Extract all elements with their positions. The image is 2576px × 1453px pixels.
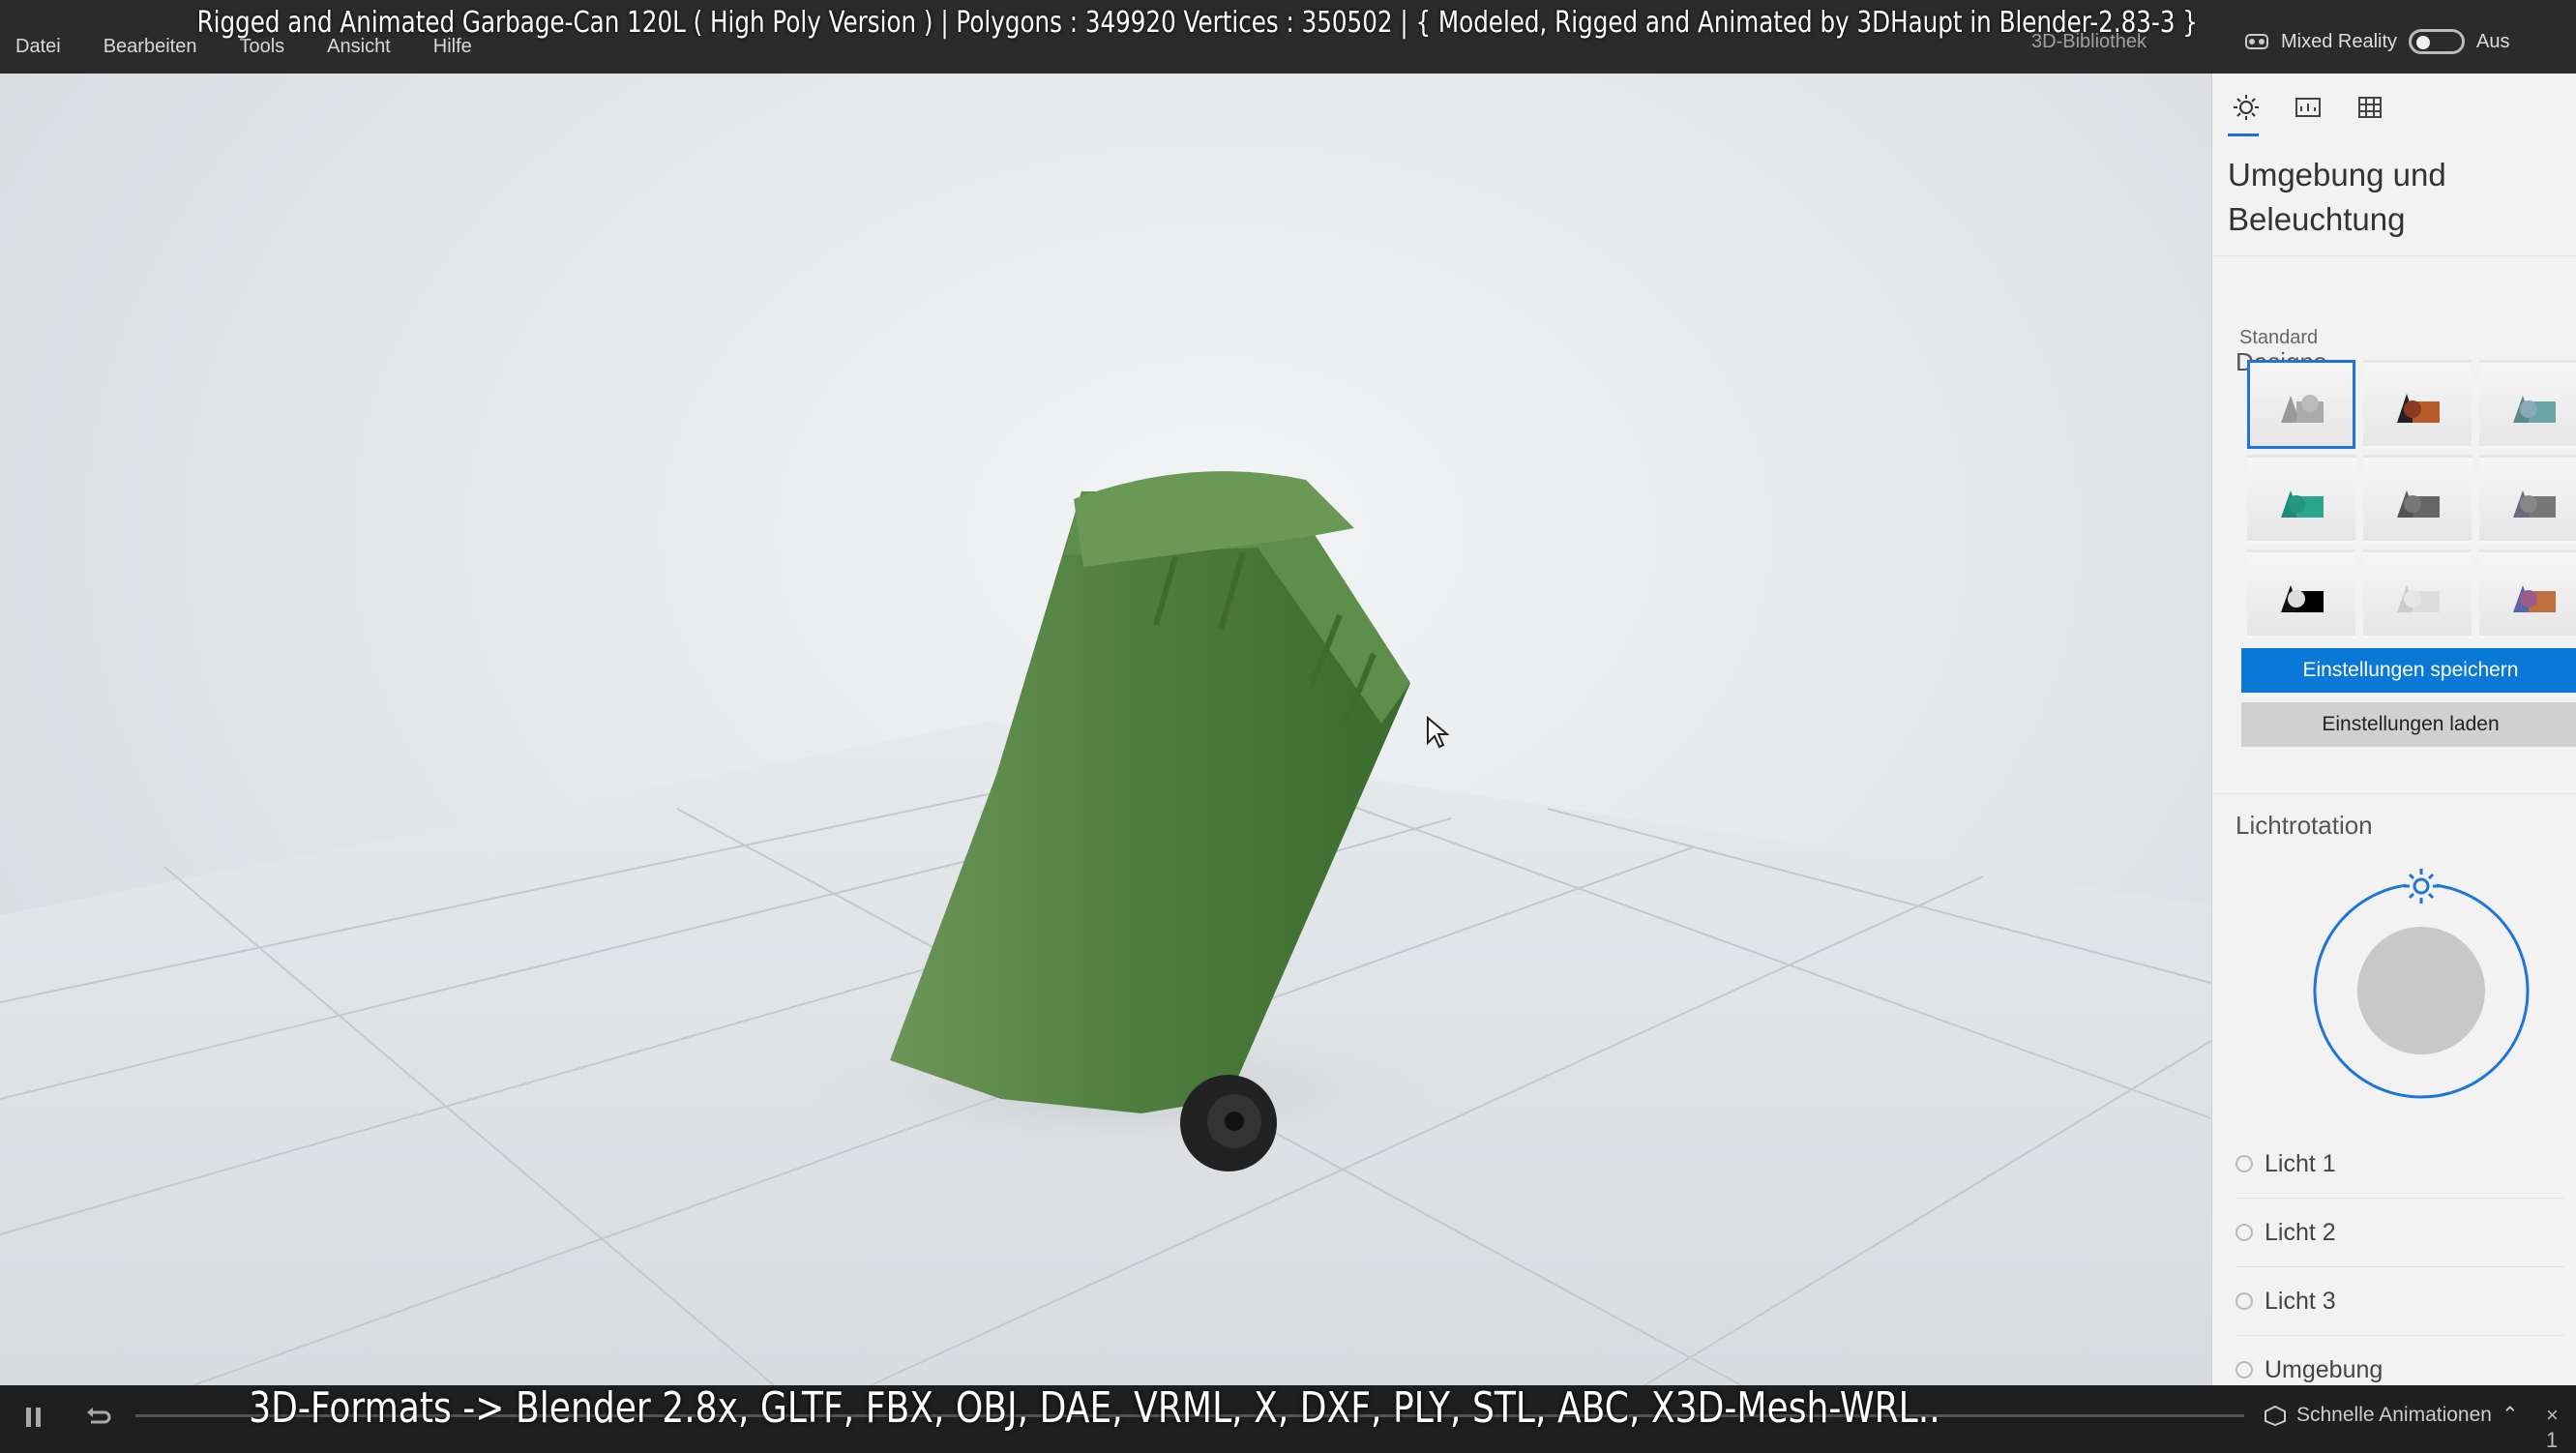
stats-icon[interactable]: [2294, 93, 2323, 122]
mixed-reality-toggle[interactable]: [2409, 29, 2466, 54]
menu-edit[interactable]: Bearbeiten: [104, 36, 197, 58]
pause-icon[interactable]: [23, 1405, 44, 1430]
light-sun-handle-icon[interactable]: [2404, 869, 2439, 904]
sun-icon[interactable]: [2232, 93, 2261, 122]
menu-file[interactable]: Datei: [15, 36, 61, 58]
design-swatch-grid: [2247, 360, 2576, 638]
radio-icon: [2235, 1224, 2253, 1241]
environment-panel: Umgebung und Beleuchtung Designs Standar…: [2211, 74, 2576, 1405]
save-settings-button[interactable]: Einstellungen speichern: [2241, 648, 2576, 693]
panel-title: Umgebung und Beleuchtung: [2228, 157, 2446, 237]
designs-subtitle: Standard: [2239, 327, 2319, 348]
light-label: Licht 2: [2265, 1218, 2336, 1246]
viewport-scene: [0, 471, 2211, 1385]
design-swatch[interactable]: [2479, 360, 2576, 449]
mixed-reality-toggle-group: Mixed Reality Aus: [2244, 29, 2510, 54]
radio-icon: [2235, 1292, 2253, 1310]
quick-animations-label: Schnelle Animationen: [2296, 1403, 2492, 1426]
formats-overlay: 3D-Formats -> Blender 2.8x, GLTF, FBX, O…: [249, 1383, 1940, 1433]
light-label: Licht 1: [2265, 1149, 2336, 1177]
mixed-reality-state: Aus: [2476, 30, 2510, 52]
divider: [2212, 793, 2576, 796]
design-swatch[interactable]: [2479, 549, 2576, 638]
design-swatch[interactable]: [2247, 360, 2355, 449]
speed-label[interactable]: × 1: [2546, 1403, 2576, 1453]
mixed-reality-icon: [2245, 34, 2268, 49]
chevron-up-icon: ⌃: [2501, 1404, 2519, 1426]
panel-tabs: [2232, 93, 2384, 122]
design-swatch[interactable]: [2247, 549, 2355, 638]
loop-icon[interactable]: [83, 1405, 112, 1430]
design-swatch[interactable]: [2247, 455, 2355, 544]
light-label: Licht 3: [2265, 1287, 2336, 1315]
design-swatch[interactable]: [2363, 455, 2472, 544]
3d-viewport[interactable]: [0, 74, 2211, 1385]
light-label: Umgebung: [2265, 1355, 2384, 1383]
design-swatch[interactable]: [2363, 549, 2472, 638]
design-swatch[interactable]: [2363, 360, 2472, 449]
grid-icon[interactable]: [2355, 93, 2384, 122]
mixed-reality-label: Mixed Reality: [2281, 30, 2398, 52]
light-1-option[interactable]: Licht 1: [2235, 1130, 2564, 1199]
mouse-cursor-icon: [1427, 716, 1449, 749]
video-title-overlay: Rigged and Animated Garbage-Can 120L ( H…: [196, 6, 2198, 40]
radio-icon: [2235, 1361, 2253, 1379]
light-rotation-dial[interactable]: [2309, 867, 2541, 1099]
light-2-option[interactable]: Licht 2: [2235, 1199, 2564, 1267]
quick-animations-menu[interactable]: Schnelle Animationen ⌃: [2264, 1403, 2519, 1427]
light-rotation-title: Lichtrotation: [2235, 811, 2373, 840]
radio-icon: [2235, 1155, 2253, 1172]
load-settings-button[interactable]: Einstellungen laden: [2241, 702, 2576, 747]
active-tab-indicator: [2228, 133, 2259, 136]
light-3-option[interactable]: Licht 3: [2235, 1267, 2564, 1336]
animation-cube-icon: [2265, 1405, 2286, 1426]
design-swatch[interactable]: [2479, 455, 2576, 544]
